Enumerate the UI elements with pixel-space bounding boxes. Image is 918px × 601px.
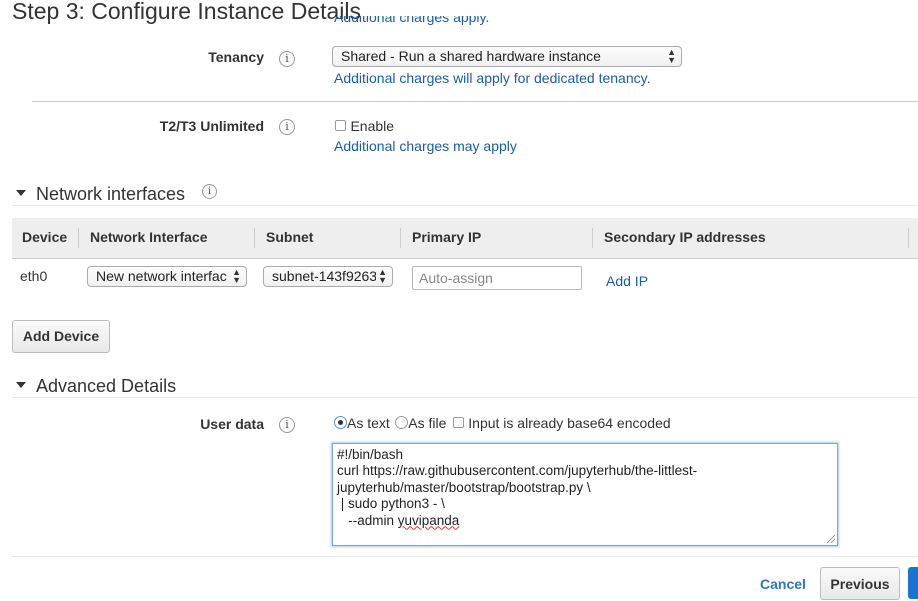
select-arrows-icon: ▲ ▼ <box>378 267 387 285</box>
network-interfaces-heading: Network interfaces <box>36 184 186 204</box>
column-header-primary-ip: Primary IP <box>412 229 482 245</box>
divider <box>32 101 918 102</box>
add-device-button[interactable]: Add Device <box>12 320 110 353</box>
select-arrows-icon: ▲ ▼ <box>667 47 676 65</box>
unlimited-charges-link[interactable]: Additional charges may apply <box>334 138 517 154</box>
add-ip-link[interactable]: Add IP <box>606 273 648 289</box>
tenancy-select-value: Shared - Run a shared hardware instance <box>341 48 601 64</box>
t2t3-unlimited-label: T2/T3 Unlimited <box>159 118 264 134</box>
column-separator <box>908 228 909 248</box>
as-text-label: As text <box>347 414 390 431</box>
misspelled-word: yuvipanda <box>397 512 460 528</box>
tenancy-label: Tenancy <box>208 49 264 65</box>
subnet-select[interactable]: subnet-143f9263 ▲ ▼ <box>263 266 393 287</box>
network-interface-select[interactable]: New network interfac­ ▲ ▼ <box>87 266 247 287</box>
tenancy-select[interactable]: Shared - Run a shared hardware instance … <box>332 46 682 67</box>
previous-button[interactable]: Previous <box>820 567 900 600</box>
page-title: Step 3: Configure Instance Details <box>12 0 362 24</box>
base64-option[interactable]: Input is already base64 encoded <box>452 414 671 431</box>
resize-grip-icon[interactable] <box>827 535 835 543</box>
column-header-secondary-ip: Secondary IP addresses <box>604 229 766 245</box>
as-text-radio[interactable] <box>334 416 347 430</box>
divider <box>12 397 918 398</box>
info-icon[interactable]: i <box>279 51 295 67</box>
caret-down-icon <box>16 190 26 197</box>
user-data-label: User data <box>200 416 264 432</box>
network-interface-value: New network interfac­ <box>96 268 227 284</box>
enable-unlimited-checkbox[interactable] <box>335 120 346 132</box>
base64-checkbox[interactable] <box>452 417 464 429</box>
user-data-options: As text As file Input is already base64 … <box>334 414 671 432</box>
column-separator <box>254 228 255 248</box>
advanced-details-heading: Advanced Details <box>36 376 177 396</box>
info-icon[interactable]: i <box>202 184 217 199</box>
column-separator <box>78 228 79 248</box>
caret-down-icon <box>16 382 26 389</box>
next-button[interactable] <box>908 567 918 599</box>
user-data-textarea[interactable]: #!/bin/bash curl https://raw.githubuserc… <box>332 443 838 546</box>
tenancy-charges-link[interactable]: Additional charges will apply for dedica… <box>334 70 650 86</box>
as-text-option[interactable]: As text <box>334 414 394 431</box>
info-icon[interactable]: i <box>279 119 295 135</box>
column-header-device: Device <box>22 229 68 245</box>
column-separator <box>592 228 593 248</box>
divider <box>12 556 918 557</box>
as-file-option[interactable]: As file <box>395 414 451 431</box>
advanced-details-toggle[interactable]: Advanced Details <box>16 376 176 397</box>
clipped-charges-note: Additional charges apply. <box>334 16 490 25</box>
base64-label: Input is already base64 encoded <box>468 414 671 431</box>
divider <box>12 205 918 206</box>
column-separator <box>400 228 401 248</box>
column-header-subnet: Subnet <box>266 229 314 245</box>
primary-ip-input[interactable]: Auto-assign <box>412 266 582 290</box>
device-cell: eth0 <box>20 268 48 284</box>
as-file-radio[interactable] <box>395 416 409 430</box>
as-file-label: As file <box>408 414 447 431</box>
info-icon[interactable]: i <box>279 417 295 433</box>
select-arrows-icon: ▲ ▼ <box>232 267 241 285</box>
cancel-link[interactable]: Cancel <box>760 576 806 592</box>
network-table-header: Device Network Interface Subnet Primary … <box>12 218 918 259</box>
column-header-network-interface: Network Interface <box>90 229 208 245</box>
subnet-value: subnet-143f9263 <box>272 268 376 284</box>
enable-label: Enable <box>350 117 395 134</box>
enable-unlimited-option[interactable]: Enable <box>335 117 394 135</box>
network-interfaces-toggle[interactable]: Network interfaces <box>16 184 185 205</box>
